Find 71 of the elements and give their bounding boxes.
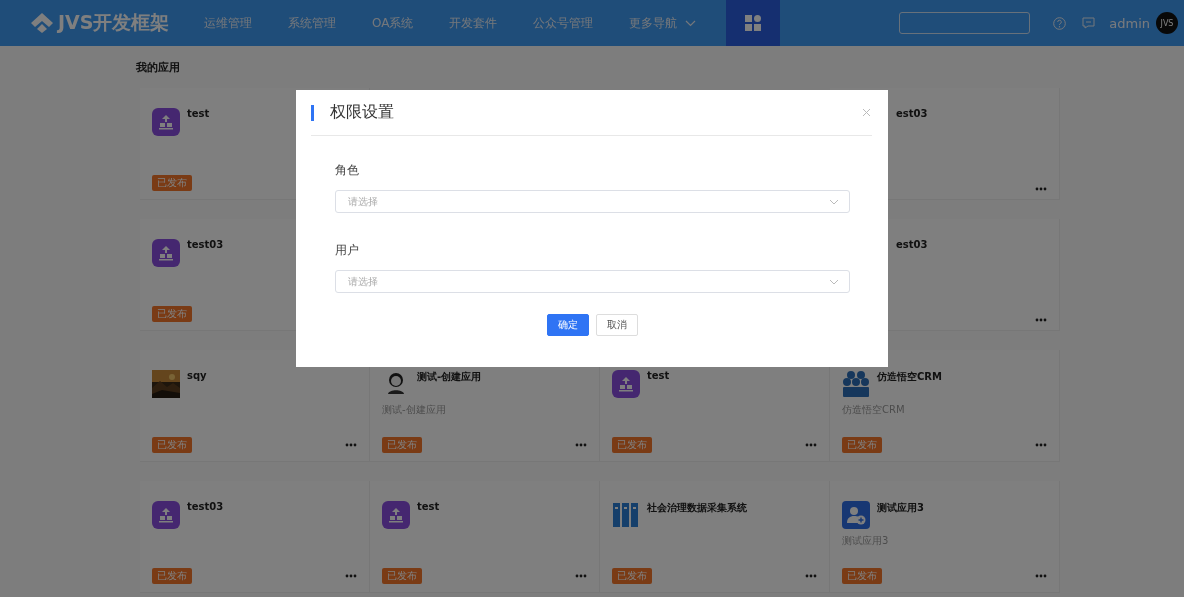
- app-icon: [152, 239, 180, 267]
- select-field[interactable]: 请选择: [335, 270, 850, 293]
- more-icon: [1035, 574, 1047, 578]
- more-icon: [1035, 318, 1047, 322]
- status-badge: 已发布: [842, 568, 882, 584]
- chat-icon: [1082, 17, 1096, 29]
- app-title: test: [647, 370, 670, 381]
- app-icon: [382, 501, 410, 529]
- more-button[interactable]: [805, 443, 817, 447]
- app-title: 测试-创建应用: [417, 370, 482, 384]
- app-title: est03: [896, 239, 928, 250]
- more-icon: [1035, 443, 1047, 447]
- field-label: 角色: [335, 162, 360, 179]
- more-button[interactable]: [805, 574, 817, 578]
- app-title: est03: [896, 108, 928, 119]
- app-title: test03: [187, 501, 224, 512]
- status-badge: 已发布: [152, 306, 192, 322]
- user-avatar[interactable]: JVS: [1156, 12, 1178, 34]
- app-title: sqy: [187, 370, 207, 381]
- more-button[interactable]: [575, 574, 587, 578]
- binders-icon: [612, 501, 640, 529]
- app-title: test03: [187, 239, 224, 250]
- logo-text: JVS开发框架: [58, 10, 170, 35]
- app-title: test: [417, 501, 440, 512]
- more-button[interactable]: [345, 443, 357, 447]
- chevron-down-icon: [829, 278, 839, 285]
- more-icon: [1035, 187, 1047, 191]
- logo-icon: [30, 12, 54, 34]
- app-title: 仿造悟空CRM: [877, 370, 942, 384]
- chevron-down-icon: [829, 198, 839, 205]
- field-label: 用户: [335, 242, 360, 259]
- close-icon: [862, 108, 871, 117]
- apps-icon: [745, 15, 762, 31]
- more-button[interactable]: [1035, 187, 1047, 191]
- app-icon: [152, 108, 180, 136]
- cancel-button[interactable]: 取消: [596, 314, 638, 336]
- status-badge: 已发布: [612, 437, 652, 453]
- app-card[interactable]: 社会治理数据采集系统 已发布: [600, 481, 830, 593]
- status-badge: 已发布: [612, 568, 652, 584]
- help-icon: [1053, 16, 1067, 30]
- app-title: 测试应用3: [877, 501, 924, 515]
- more-button[interactable]: [345, 574, 357, 578]
- status-badge: 已发布: [152, 437, 192, 453]
- select-field[interactable]: 请选择: [335, 190, 850, 213]
- app-icon: [152, 501, 180, 529]
- more-icon: [575, 443, 587, 447]
- app-card[interactable]: test 已发布: [370, 481, 600, 593]
- status-badge: 已发布: [152, 568, 192, 584]
- status-badge: 已发布: [152, 175, 192, 191]
- app-card[interactable]: test03 已发布: [140, 481, 370, 593]
- app-title: 社会治理数据采集系统: [647, 501, 747, 515]
- status-badge: 已发布: [382, 568, 422, 584]
- confirm-button[interactable]: 确定: [547, 314, 589, 336]
- apps-button[interactable]: [726, 0, 781, 46]
- more-button[interactable]: [1035, 318, 1047, 322]
- app-icon: [612, 370, 640, 398]
- more-icon: [345, 574, 357, 578]
- more-icon: [345, 443, 357, 447]
- status-badge: 已发布: [382, 437, 422, 453]
- app-title: test: [187, 108, 210, 119]
- more-button[interactable]: [1035, 574, 1047, 578]
- search-field[interactable]: [899, 12, 1031, 34]
- status-badge: 已发布: [842, 437, 882, 453]
- user-add-icon: [842, 501, 870, 529]
- more-button[interactable]: [1035, 443, 1047, 447]
- more-icon: [805, 443, 817, 447]
- section-title: 我的应用: [136, 60, 181, 76]
- more-icon: [805, 574, 817, 578]
- crm-logo-icon: [842, 370, 870, 398]
- more-button[interactable]: [575, 443, 587, 447]
- more-icon: [575, 574, 587, 578]
